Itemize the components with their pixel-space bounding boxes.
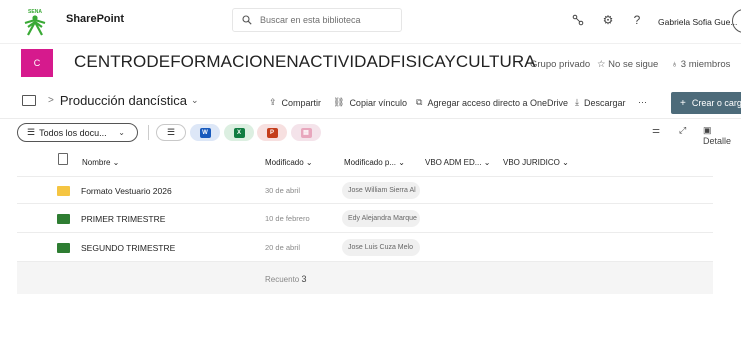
plus-icon: + [680, 97, 686, 109]
chevron-down-icon: ⌄ [118, 128, 125, 137]
copy-link-button[interactable]: ⛓ Copiar vínculo [333, 97, 407, 108]
modified-date: 10 de febrero [265, 214, 310, 223]
search-icon [242, 15, 252, 25]
share-button[interactable]: ⇪ Compartir [269, 97, 321, 108]
divider [0, 118, 741, 119]
view-selector[interactable]: ☰ Todos los docu... ⌄ [17, 123, 138, 142]
column-vbo-juridico[interactable]: VBO JURIDICO ⌄ [503, 158, 569, 167]
share-icon: ⇪ [269, 97, 277, 107]
breadcrumb: > Producción dancística ⌄ [22, 93, 199, 108]
new-upload-label: Crear o carga [691, 98, 741, 108]
site-title[interactable]: CENTRODEFORMACIONENACTIVIDADFISICAYCULTU… [74, 52, 536, 72]
help-icon[interactable]: ? [629, 12, 645, 28]
expand-icon[interactable]: ⤢ [679, 125, 686, 136]
count-footer: Recuento 3 [17, 262, 713, 294]
download-label: Descargar [583, 97, 626, 108]
link-icon: ⛓ [333, 97, 345, 107]
table-row[interactable]: SEGUNDO TRIMESTRE 20 de abril Jose Luis … [17, 234, 713, 262]
download-icon: ⤓ [575, 97, 579, 107]
modified-by-pill[interactable]: Edy Alejandra Marque [342, 210, 420, 227]
info-pane-icon: ▣ [703, 125, 712, 135]
word-filter-chip[interactable]: W [190, 124, 220, 141]
details-button[interactable]: ▣ Detalle [703, 125, 741, 146]
shortcut-label: Agregar acceso directo a OneDrive [427, 97, 569, 108]
more-button[interactable]: ··· [638, 97, 647, 107]
view-label: Todos los docu... [39, 127, 107, 138]
word-icon: W [199, 127, 211, 138]
search-box[interactable]: Buscar en esta biblioteca [232, 8, 402, 32]
document-icon: ▤ [300, 127, 312, 138]
count-label: Recuento 3 [265, 274, 307, 284]
details-label: Detalle [703, 136, 732, 146]
powerpoint-filter-chip[interactable]: P [257, 124, 287, 141]
folder-icon [57, 214, 70, 224]
app-title[interactable]: SharePoint [66, 13, 124, 25]
count-value: 3 [301, 274, 307, 284]
column-modified-by[interactable]: Modificado p... ⌄ [344, 158, 405, 167]
shortcut-button[interactable]: ⧉ Agregar acceso directo a OneDrive [416, 97, 568, 108]
modified-date: 30 de abril [265, 186, 301, 195]
user-name[interactable]: Gabriela Sofia Gue... [658, 17, 737, 27]
table-row[interactable]: Formato Vestuario 2026 30 de abril Jose … [17, 176, 713, 204]
site-logo[interactable]: C [21, 49, 53, 77]
breadcrumb-separator: > [48, 95, 54, 106]
sena-logo[interactable]: SENA [22, 6, 48, 38]
table-row[interactable]: PRIMER TRIMESTRE 10 de febrero Edy Aleja… [17, 205, 713, 233]
avatar[interactable] [732, 9, 741, 33]
follow-label: No se sigue [608, 59, 659, 70]
copy-link-label: Copiar vínculo [349, 97, 407, 108]
privacy-label: Grupo privado [530, 59, 591, 70]
divider [148, 125, 149, 140]
suite-bar: SENA SharePoint Buscar en esta bibliotec… [0, 0, 741, 44]
members-button[interactable]: ♁ 3 miembros [671, 59, 730, 70]
column-vbo-adm[interactable]: VBO ADM ED... ⌄ [425, 158, 490, 167]
filter-icon: ☰ [166, 127, 176, 137]
members-label: 3 miembros [680, 59, 731, 70]
file-name[interactable]: PRIMER TRIMESTRE [81, 214, 165, 224]
modified-by-pill[interactable]: Jose Luis Cuza Melo [342, 239, 420, 256]
search-placeholder: Buscar en esta biblioteca [260, 15, 361, 25]
modified-by-pill[interactable]: Jose William Sierra Al [342, 182, 420, 199]
folder-icon [57, 186, 70, 196]
filter-chip[interactable]: ☰ [156, 124, 186, 141]
library-name[interactable]: Producción dancística [60, 93, 187, 108]
star-icon: ☆ [597, 59, 606, 70]
follow-button[interactable]: ☆ No se sigue [597, 59, 658, 70]
excel-icon: X [233, 127, 245, 138]
file-type-icon[interactable] [58, 153, 68, 165]
gear-icon[interactable]: ⚙ [600, 12, 616, 28]
file-name[interactable]: Formato Vestuario 2026 [81, 186, 172, 196]
person-icon: ♁ [671, 59, 679, 70]
filter-settings-icon[interactable]: ⚌ [652, 125, 660, 136]
file-name[interactable]: SEGUNDO TRIMESTRE [81, 243, 175, 253]
shortcut-icon: ⧉ [416, 97, 423, 107]
folder-icon [57, 243, 70, 253]
column-name[interactable]: Nombre ⌄ [82, 158, 119, 167]
powerpoint-icon: P [266, 127, 278, 138]
modified-date: 20 de abril [265, 243, 301, 252]
svg-text:SENA: SENA [28, 9, 42, 15]
column-modified[interactable]: Modificado ⌄ [265, 158, 313, 167]
download-button[interactable]: ⤓ Descargar [575, 97, 626, 108]
list-icon: ☰ [27, 127, 36, 137]
share-network-icon[interactable] [570, 12, 586, 28]
chevron-down-icon[interactable]: ⌄ [191, 95, 199, 106]
share-label: Compartir [281, 97, 322, 108]
excel-filter-chip[interactable]: X [224, 124, 254, 141]
new-upload-button[interactable]: + Crear o carga [671, 92, 741, 114]
library-folder-icon [22, 95, 36, 106]
sharepoint-page: SENA SharePoint Buscar en esta bibliotec… [0, 0, 741, 345]
form-filter-chip[interactable]: ▤ [291, 124, 321, 141]
